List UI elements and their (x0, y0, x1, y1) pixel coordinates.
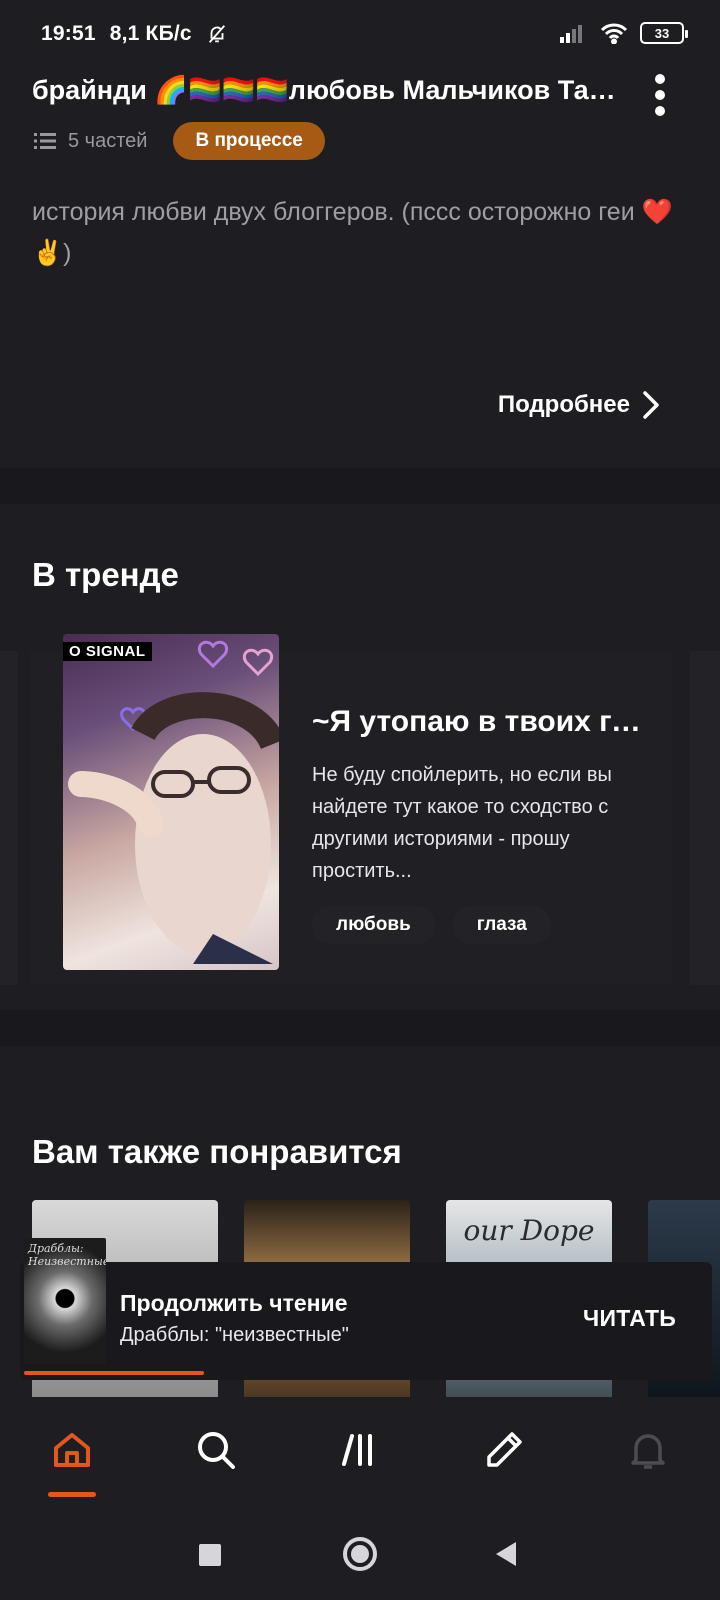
clock: 19:51 (41, 22, 96, 45)
mute-bell-icon (208, 25, 225, 43)
home-icon (54, 1432, 90, 1467)
wifi-icon (600, 23, 628, 44)
battery-indicator: 33 (640, 22, 688, 44)
chevron-right-icon (643, 391, 659, 419)
library-icon (342, 1433, 372, 1466)
search-icon (198, 1431, 235, 1469)
recommended-heading: Вам также понравится (32, 1133, 402, 1170)
network-speed: 8,1 КБ/с (109, 22, 192, 45)
cover-text: our Dope (463, 1214, 595, 1247)
status-badge: В процессе (173, 122, 325, 160)
tab-library[interactable] (288, 1397, 432, 1502)
story-description: история любви двух блоггеров. (пссс осто… (32, 198, 673, 267)
trending-tags: любовь глаза (312, 906, 551, 944)
cover-art (68, 640, 279, 964)
back-nav-icon[interactable] (494, 1541, 518, 1567)
continue-reading-title: Продолжить чтение (120, 1290, 348, 1316)
trend-card-next[interactable] (690, 651, 720, 985)
tag-chip[interactable]: глаза (452, 906, 551, 944)
trending-heading: В тренде (32, 556, 179, 593)
status-right: 33 (560, 22, 688, 44)
more-details-link[interactable]: Подробнее (498, 390, 660, 420)
section-divider (0, 468, 720, 504)
tab-home[interactable] (0, 1397, 144, 1502)
bottom-tab-bar (0, 1397, 720, 1502)
signal-icon (560, 25, 582, 43)
read-button[interactable]: ЧИТАТЬ (583, 1305, 676, 1332)
tag-chip[interactable]: любовь (312, 906, 435, 944)
recents-button[interactable] (199, 1544, 221, 1566)
trending-story-title: ~Я утопаю в твоих глазах~ (312, 705, 642, 738)
story-meta: 5 частей В процессе (34, 121, 325, 161)
home-nav-icon[interactable] (341, 1535, 379, 1573)
parts-label: 5 частей (68, 129, 148, 152)
parts-count[interactable]: 5 частей (34, 130, 147, 153)
trend-card-prev[interactable] (0, 651, 18, 985)
reading-progress-bar (24, 1371, 204, 1375)
more-details-label: Подробнее (497, 391, 630, 418)
continue-reading-story: Драбблы: "неизвестные" (120, 1324, 349, 1346)
status-left: 19:51 8,1 КБ/с (41, 22, 228, 46)
section-divider (0, 1010, 720, 1046)
tab-write[interactable] (432, 1397, 576, 1502)
trending-cover[interactable]: O SIGNAL (63, 634, 279, 970)
tab-search[interactable] (144, 1397, 288, 1502)
story-title: брайнди 🌈🏳️‍🌈🏳️‍🌈🏳️‍🌈любовь Мальчиков Та… (32, 75, 632, 105)
list-icon (34, 133, 56, 149)
continue-reading-cover[interactable]: Драбблы: Неизвестные (24, 1238, 106, 1364)
status-bar: 19:51 8,1 КБ/с 33 (0, 0, 720, 70)
active-tab-indicator (48, 1492, 96, 1497)
tab-notifications[interactable] (576, 1397, 720, 1502)
bell-icon (631, 1433, 665, 1469)
more-options-icon[interactable] (640, 70, 680, 120)
trending-story-description: Не буду спойлерить, но если вы найдете т… (312, 764, 612, 882)
cover-text: Драбблы: Неизвестные (28, 1242, 106, 1268)
pencil-icon (487, 1431, 522, 1467)
